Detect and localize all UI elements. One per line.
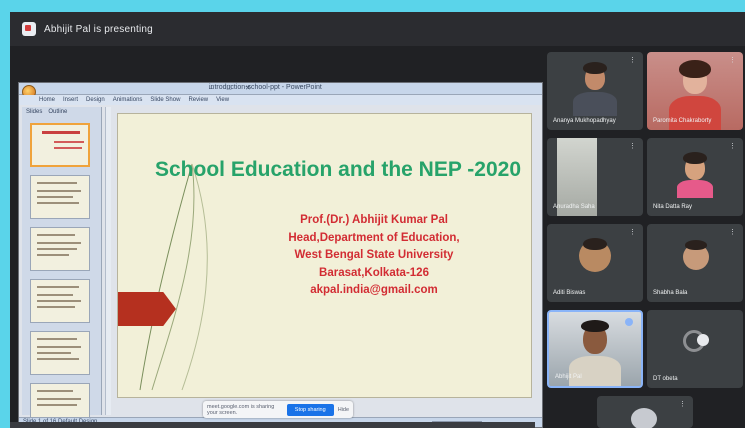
author-line: Head,Department of Education,: [288, 231, 460, 244]
more-options-icon[interactable]: ⋮: [729, 57, 736, 64]
tab-slides: Slides: [26, 109, 43, 115]
menu-item-slideshow: Slide Show: [150, 97, 181, 103]
menu-item-home: Home: [39, 97, 56, 103]
slide-thumbnail: [30, 227, 90, 271]
meeting-window: Abhijit Pal is presenting introduction-s…: [10, 12, 745, 428]
more-options-icon[interactable]: ⋮: [729, 143, 736, 150]
author-line: Prof.(Dr.) Abhijit Kumar Pal: [300, 214, 448, 226]
shared-screen: introduction-school-ppt - PowerPoint – □…: [18, 82, 543, 428]
slide-thumbnail: [30, 123, 90, 167]
share-message: meet.google.com is sharing your screen.: [207, 403, 275, 416]
presenting-bar: Abhijit Pal is presenting: [10, 12, 745, 46]
participant-name: Ananya Mukhopadhyay: [553, 118, 616, 124]
tab-outline: Outline: [48, 109, 68, 115]
present-icon: [22, 22, 36, 36]
slide-author-info: Prof.(Dr.) Abhijit Kumar Pal Head,Depart…: [224, 212, 524, 300]
participant-name: DT obeta: [653, 376, 678, 382]
hide-button[interactable]: Hide: [338, 407, 349, 413]
window-controls-icon: – □ ✕: [209, 85, 257, 92]
participant-name: Aditi Biswas: [553, 290, 586, 296]
slide-thumbnail: [30, 279, 90, 323]
participant-tile[interactable]: ⋮ Shabha Bala: [647, 224, 743, 302]
participant-tile[interactable]: ⋮ Paromita Chakraborty: [647, 52, 743, 130]
menu-item-animations: Animations: [112, 97, 143, 103]
participant-name: Abhijit Pal: [555, 374, 582, 380]
slide-thumbnail: [30, 331, 90, 375]
participant-tile[interactable]: ⋮ Aditi Biswas: [547, 224, 643, 302]
slide-thumbnail: [30, 175, 90, 219]
participant-name: Nita Datta Ray: [653, 204, 693, 210]
participant-tile[interactable]: Abhijit Pal: [547, 310, 643, 388]
more-options-icon[interactable]: ⋮: [629, 57, 636, 64]
stop-sharing-button[interactable]: Stop sharing: [286, 403, 334, 416]
participant-tile[interactable]: DT obeta: [647, 310, 743, 388]
participant-tile[interactable]: ⋮ Nita Datta Ray: [647, 138, 743, 216]
more-options-icon[interactable]: ⋮: [729, 229, 736, 236]
participant-name: Paromita Chakraborty: [653, 118, 712, 124]
slide-title: School Education and the NEP -2020: [154, 158, 522, 181]
mic-icon[interactable]: [625, 318, 633, 326]
powerpoint-title-bar: introduction-school-ppt - PowerPoint – □…: [19, 83, 542, 95]
menu-item-insert: Insert: [63, 97, 79, 103]
current-slide: School Education and the NEP -2020 Prof.…: [117, 113, 532, 398]
author-email: akpal.india@gmail.com: [310, 284, 438, 296]
menu-item-design: Design: [86, 97, 105, 103]
slides-scrollbar[interactable]: [105, 107, 111, 415]
author-line: West Bengal State University: [294, 249, 454, 261]
more-options-icon[interactable]: ⋮: [629, 143, 636, 150]
taskbar: [10, 422, 535, 428]
ribbon-menu: Home Insert Design Animations Slide Show…: [19, 95, 542, 105]
presenter-label: Abhijit Pal is presenting: [44, 23, 153, 35]
slides-panel: Slides Outline: [22, 107, 102, 427]
participant-tile[interactable]: ⋮: [597, 396, 693, 428]
more-options-icon[interactable]: ⋮: [679, 401, 686, 408]
participant-tile[interactable]: ⋮ Anuradha Saha: [547, 138, 643, 216]
more-options-icon[interactable]: ⋮: [629, 229, 636, 236]
participant-name: Anuradha Saha: [553, 204, 595, 210]
menu-item-view: View: [216, 97, 230, 103]
participant-tile[interactable]: ⋮ Ananya Mukhopadhyay: [547, 52, 643, 130]
menu-item-review: Review: [188, 97, 209, 103]
participant-name: Shabha Bala: [653, 290, 688, 296]
screen-share-bar: meet.google.com is sharing your screen. …: [203, 401, 353, 418]
author-line: Barasat,Kolkata-126: [319, 266, 429, 279]
